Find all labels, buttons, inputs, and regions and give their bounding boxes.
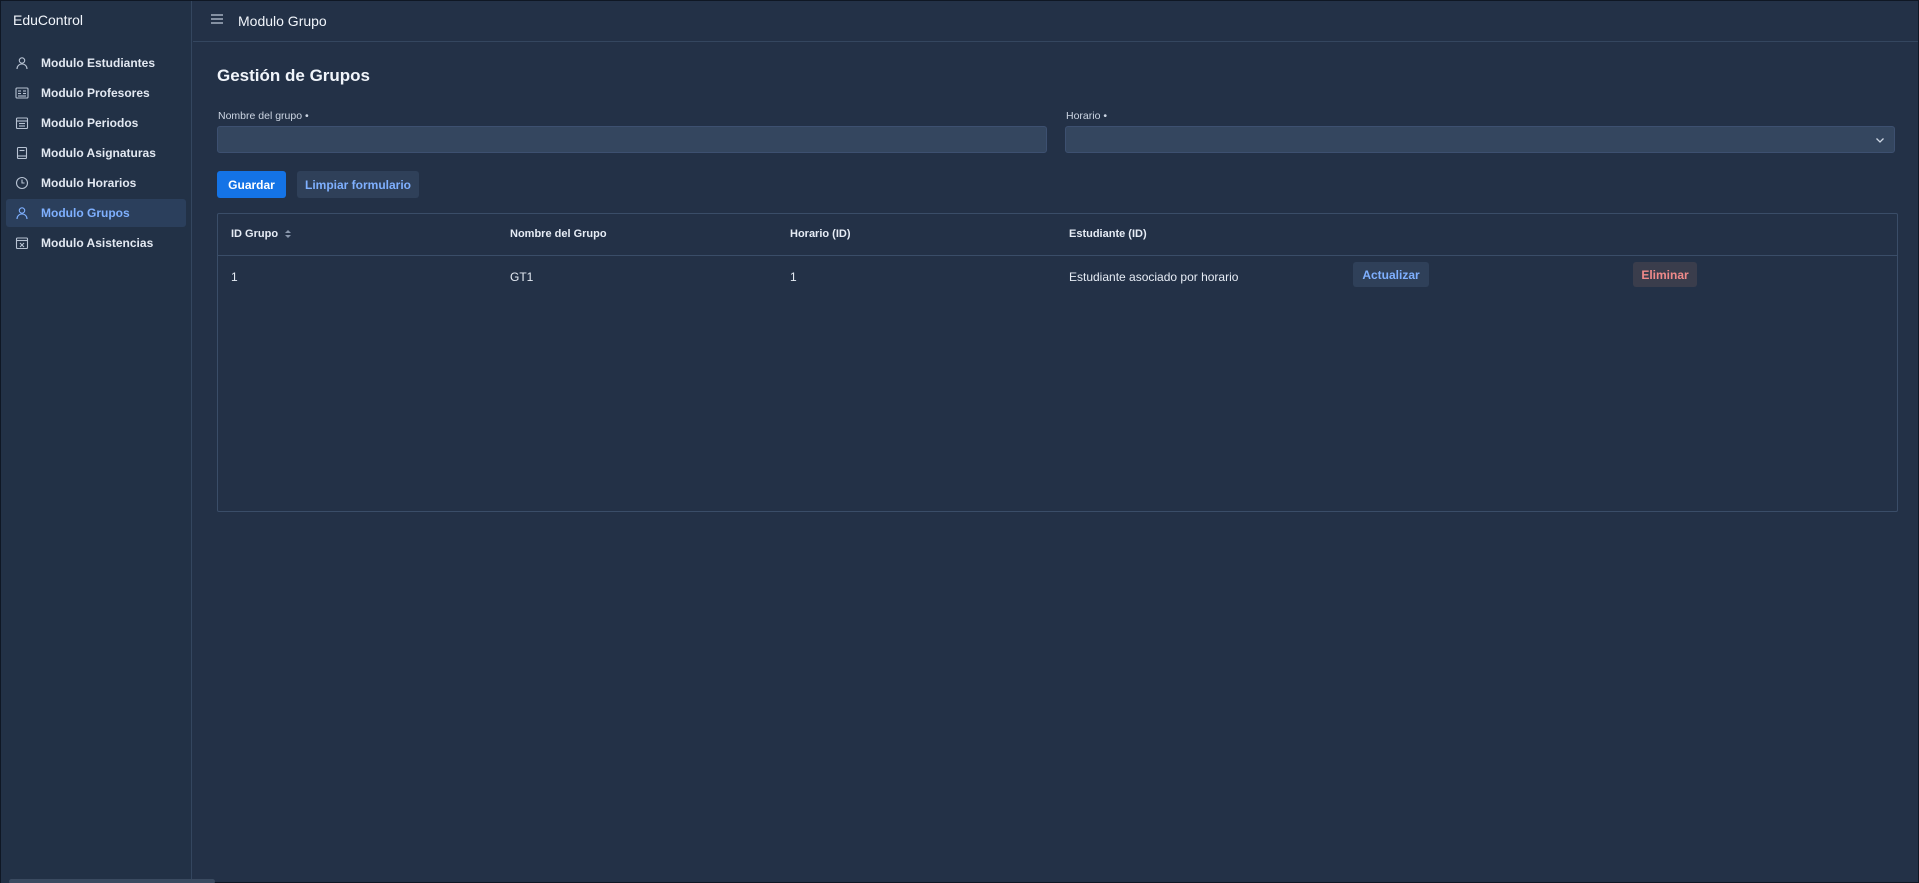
user-icon xyxy=(15,206,29,220)
sidebar-item-horarios[interactable]: Modulo Horarios xyxy=(6,169,186,197)
id-card-icon xyxy=(15,86,29,100)
update-button[interactable]: Actualizar xyxy=(1353,262,1429,287)
sidebar-item-estudiantes[interactable]: Modulo Estudiantes xyxy=(6,49,186,77)
group-name-input[interactable] xyxy=(217,126,1047,153)
brand-logo: EduControl xyxy=(13,12,84,28)
sidebar-item-label: Modulo Grupos xyxy=(41,206,130,220)
sidebar-item-grupos[interactable]: Modulo Grupos xyxy=(6,199,186,227)
sidebar-scrollbar[interactable] xyxy=(9,879,215,883)
sidebar-item-label: Modulo Periodos xyxy=(41,116,139,130)
main-content: Gestión de Grupos Nombre del grupo • Hor… xyxy=(193,42,1918,882)
sort-icon[interactable] xyxy=(284,229,292,239)
calendar-x-icon xyxy=(15,236,29,250)
book-icon xyxy=(15,146,29,160)
group-name-label: Nombre del grupo • xyxy=(218,110,309,122)
delete-button[interactable]: Eliminar xyxy=(1633,262,1697,287)
menu-toggle-icon[interactable] xyxy=(210,12,224,26)
sidebar-item-label: Modulo Asignaturas xyxy=(41,146,156,160)
sidebar-menu: Modulo Estudiantes Modulo Profesores Mod… xyxy=(6,49,186,259)
column-header-student: Estudiante (ID) xyxy=(1069,228,1147,240)
header-title: Modulo Grupo xyxy=(238,13,327,29)
chevron-down-icon xyxy=(1874,134,1886,146)
schedule-label: Horario • xyxy=(1066,110,1107,122)
schedule-label-text: Horario xyxy=(1066,110,1101,122)
sidebar-item-asistencias[interactable]: Modulo Asistencias xyxy=(6,229,186,257)
required-mark: • xyxy=(1103,110,1108,122)
sidebar-item-label: Modulo Asistencias xyxy=(41,236,154,250)
column-header-schedule: Horario (ID) xyxy=(790,228,851,240)
cell-id: 1 xyxy=(231,270,238,284)
column-header-id[interactable]: ID Grupo xyxy=(231,228,292,240)
sidebar-item-periodos[interactable]: Modulo Periodos xyxy=(6,109,186,137)
cell-student: Estudiante asociado por horario xyxy=(1069,270,1239,284)
sidebar-item-label: Modulo Estudiantes xyxy=(41,56,155,70)
groups-table: ID Grupo Nombre del Grupo Horario (ID) E… xyxy=(217,213,1898,512)
cell-name: GT1 xyxy=(510,270,534,284)
clear-form-button[interactable]: Limpiar formulario xyxy=(297,171,419,198)
top-header: Modulo Grupo xyxy=(193,1,1918,42)
sidebar-item-label: Modulo Profesores xyxy=(41,86,150,100)
clock-icon xyxy=(15,176,29,190)
user-icon xyxy=(15,56,29,70)
page-title: Gestión de Grupos xyxy=(217,66,371,85)
column-header-label: ID Grupo xyxy=(231,228,279,240)
table-header: ID Grupo Nombre del Grupo Horario (ID) E… xyxy=(218,214,1897,256)
sidebar: EduControl Modulo Estudiantes Modulo Pro… xyxy=(1,1,215,883)
save-button[interactable]: Guardar xyxy=(217,171,286,198)
cell-schedule-id: 1 xyxy=(790,270,797,284)
group-name-label-text: Nombre del grupo xyxy=(218,110,303,122)
sidebar-item-label: Modulo Horarios xyxy=(41,176,137,190)
sidebar-item-asignaturas[interactable]: Modulo Asignaturas xyxy=(6,139,186,167)
calendar-icon xyxy=(15,116,29,130)
sidebar-item-profesores[interactable]: Modulo Profesores xyxy=(6,79,186,107)
schedule-select[interactable] xyxy=(1065,126,1895,153)
app-window: EduControl Modulo Estudiantes Modulo Pro… xyxy=(0,0,1919,883)
required-mark: • xyxy=(304,110,309,122)
column-header-name: Nombre del Grupo xyxy=(510,228,607,240)
